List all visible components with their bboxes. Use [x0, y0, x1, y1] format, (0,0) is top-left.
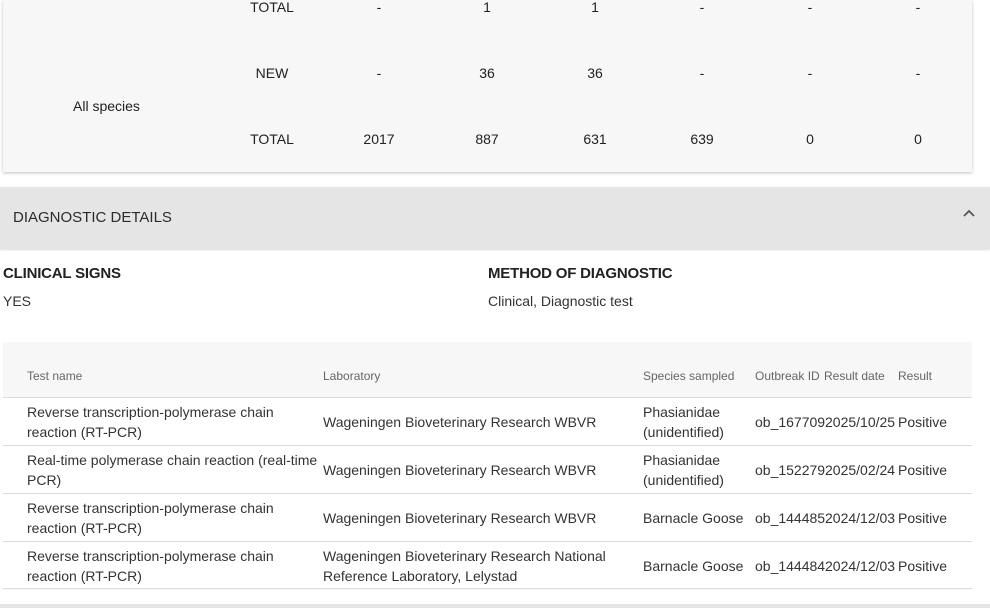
species-summary-table: TOTAL - 1 1 - - - All species NEW - 36 3…	[3, 0, 972, 172]
laboratory-cell: Wageningen Bioveterinary Research Nation…	[323, 548, 606, 584]
summary-cell: -	[915, 0, 921, 15]
chevron-up-icon[interactable]	[962, 207, 976, 221]
summary-cell: 36	[479, 65, 495, 81]
column-header-test-name[interactable]: Test name	[27, 369, 82, 383]
diagnostic-details-header[interactable]: DIAGNOSTIC DETAILS	[0, 187, 990, 249]
clinical-signs-label: CLINICAL SIGNS	[3, 265, 121, 282]
summary-cell: 0	[914, 131, 922, 147]
summary-cell: 1	[483, 0, 491, 15]
laboratory-cell: Wageningen Bioveterinary Research WBVR	[323, 414, 597, 430]
column-header-laboratory[interactable]: Laboratory	[323, 369, 380, 383]
summary-cell: 1	[591, 0, 599, 15]
summary-cell: 639	[690, 131, 714, 147]
clinical-signs-value: YES	[3, 293, 32, 309]
result-cell: Positive	[898, 462, 948, 478]
result-date-cell: 2024/12/03	[825, 510, 896, 526]
summary-cell: 2017	[363, 131, 395, 147]
summary-cell: -	[807, 0, 813, 15]
column-header-species-sampled[interactable]: Species sampled	[643, 369, 734, 383]
test-name-cell: Reverse transcription-polymerase chain r…	[27, 548, 274, 584]
summary-cell: 0	[806, 131, 814, 147]
summary-cell: 36	[587, 65, 603, 81]
test-name-cell: Reverse transcription-polymerase chain r…	[27, 500, 274, 536]
table-row: Reverse transcription-polymerase chain r…	[3, 493, 972, 541]
diagnostic-details-title: DIAGNOSTIC DETAILS	[13, 209, 172, 226]
summary-cell: 887	[475, 131, 499, 147]
column-header-result[interactable]: Result	[898, 369, 932, 383]
laboratory-cell: Wageningen Bioveterinary Research WBVR	[323, 462, 597, 478]
test-name-cell: Reverse transcription-polymerase chain r…	[27, 404, 274, 440]
table-row: Reverse transcription-polymerase chain r…	[3, 541, 972, 589]
outbreak-id-cell[interactable]: ob_167709	[755, 412, 825, 432]
summary-cell: -	[699, 0, 705, 15]
result-cell: Positive	[898, 414, 948, 430]
method-of-diagnostic-value: Clinical, Diagnostic test	[488, 293, 633, 309]
result-date-cell: 2025/02/24	[825, 462, 896, 478]
summary-cell: -	[915, 65, 921, 81]
result-cell: Positive	[898, 558, 948, 574]
result-date-cell: 2024/12/03	[825, 558, 896, 574]
outbreak-id-cell[interactable]: ob_152279	[755, 460, 825, 480]
test-name-cell: Real-time polymerase chain reaction (rea…	[27, 452, 318, 488]
summary-cell: -	[699, 65, 705, 81]
column-header-result-date[interactable]: Result date	[824, 369, 885, 383]
summary-cell: -	[807, 65, 813, 81]
summary-cell: -	[376, 0, 382, 15]
next-section-edge	[0, 604, 990, 608]
diagnostic-tests-table: Test name Laboratory Species sampled Out…	[3, 342, 972, 590]
laboratory-cell: Wageningen Bioveterinary Research WBVR	[323, 510, 597, 526]
method-of-diagnostic-label: METHOD OF DIAGNOSTIC	[488, 265, 673, 282]
table-row: Real-time polymerase chain reaction (rea…	[3, 445, 972, 493]
result-date-cell: 2025/10/25	[825, 414, 896, 430]
row-label-total: TOTAL	[250, 131, 294, 147]
row-label-total-top: TOTAL	[250, 0, 294, 15]
species-cell: Barnacle Goose	[643, 510, 744, 526]
summary-cell: 631	[583, 131, 607, 147]
species-group-label: All species	[73, 98, 140, 114]
species-cell: Phasianidae (unidentified)	[643, 404, 724, 440]
species-cell: Phasianidae (unidentified)	[643, 452, 724, 488]
row-label-new: NEW	[255, 65, 289, 81]
outbreak-id-cell[interactable]: ob_144484	[755, 556, 825, 576]
table-row: Reverse transcription-polymerase chain r…	[3, 397, 972, 445]
column-header-outbreak-id[interactable]: Outbreak ID	[755, 369, 820, 383]
species-cell: Barnacle Goose	[643, 558, 744, 574]
outbreak-id-cell[interactable]: ob_144485	[755, 508, 825, 528]
summary-cell: -	[376, 65, 382, 81]
result-cell: Positive	[898, 510, 948, 526]
